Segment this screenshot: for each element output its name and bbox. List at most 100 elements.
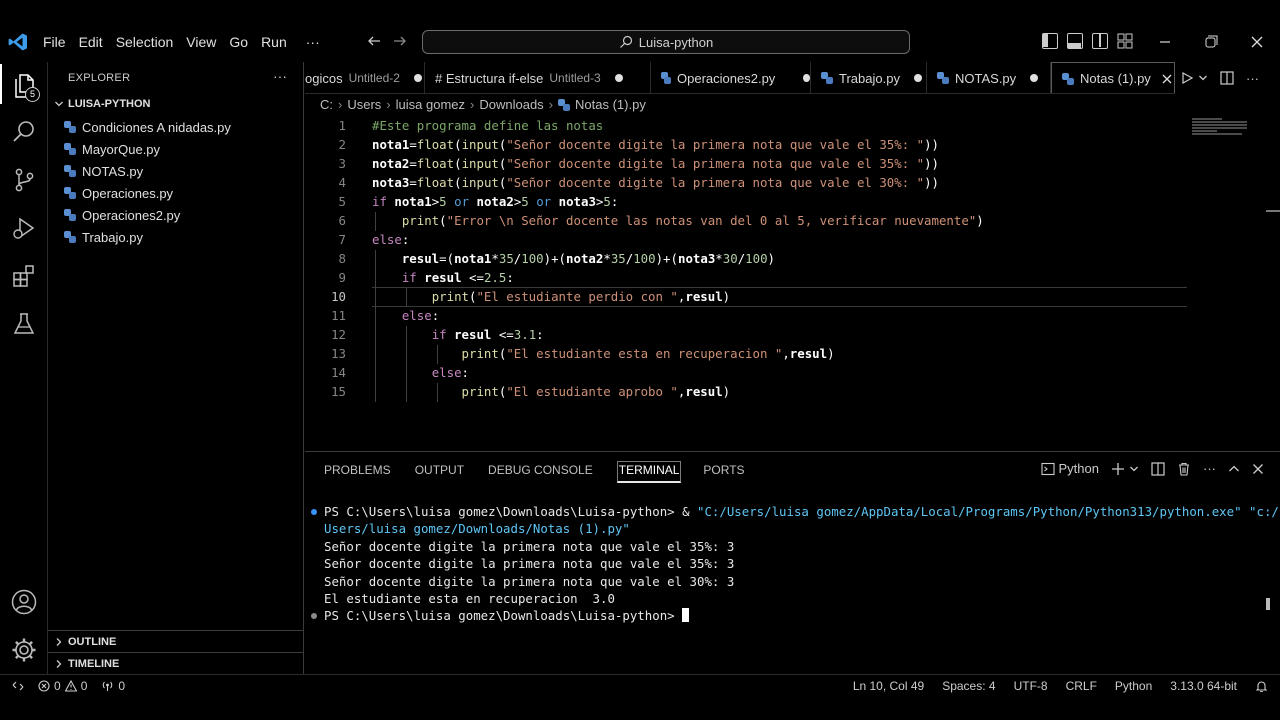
- menu-selection[interactable]: Selection: [115, 34, 182, 50]
- split-terminal-icon[interactable]: [1151, 461, 1165, 476]
- file-item[interactable]: Operaciones.py: [64, 182, 173, 204]
- more-actions-icon[interactable]: ···: [1246, 71, 1259, 86]
- tab-output[interactable]: OUTPUT: [415, 462, 464, 483]
- minimap[interactable]: [1192, 118, 1252, 138]
- breadcrumb-item[interactable]: C:: [320, 97, 333, 112]
- terminal-scrollbar[interactable]: [1266, 598, 1270, 610]
- file-item[interactable]: Condiciones A nidadas.py: [64, 116, 231, 138]
- restore-icon[interactable]: [1188, 30, 1234, 54]
- language-mode[interactable]: Python: [1115, 679, 1152, 693]
- code-line[interactable]: 8 resul=(nota1*35/100)+(nota2*35/100)+(n…: [305, 249, 1205, 268]
- toggle-primary-sidebar-icon[interactable]: [1042, 33, 1058, 49]
- back-arrow-icon[interactable]: [366, 33, 382, 49]
- close-window-icon[interactable]: [1234, 30, 1280, 54]
- menu-file[interactable]: File: [42, 34, 74, 50]
- toggle-secondary-sidebar-icon[interactable]: [1092, 33, 1108, 49]
- search-activity[interactable]: [0, 108, 48, 156]
- testing-activity[interactable]: [0, 300, 48, 348]
- source-control-activity[interactable]: [0, 156, 48, 204]
- activity-bar: 5: [0, 62, 48, 674]
- cursor-position[interactable]: Ln 10, Col 49: [853, 679, 924, 693]
- tab-label: NOTAS.py: [955, 70, 1017, 86]
- code-line[interactable]: 4 nota3=float(input("Señor docente digite…: [305, 173, 1205, 192]
- chevron-down-icon[interactable]: [1198, 73, 1208, 83]
- code-line[interactable]: 11 else:: [305, 306, 1205, 325]
- code-line[interactable]: 9 if resul <=2.5:: [305, 268, 1205, 287]
- tab-untitled-2[interactable]: ogicos Untitled-2: [305, 62, 425, 93]
- code-line[interactable]: 3 nota2=float(input("Señor docente digite…: [305, 154, 1205, 173]
- tab-problems[interactable]: PROBLEMS: [324, 462, 391, 483]
- menu-run[interactable]: Run: [260, 34, 295, 50]
- trash-icon[interactable]: [1177, 462, 1191, 476]
- command-status-dot-icon[interactable]: [311, 613, 317, 620]
- chevron-down-icon[interactable]: [1129, 464, 1139, 474]
- manage-activity[interactable]: [0, 626, 48, 674]
- breadcrumb-item[interactable]: Downloads: [479, 97, 543, 112]
- split-editor-icon[interactable]: [1220, 71, 1234, 85]
- toggle-panel-icon[interactable]: [1067, 33, 1083, 49]
- menu-view[interactable]: View: [185, 34, 224, 50]
- close-tab-icon[interactable]: [1161, 73, 1173, 85]
- code-text: print("Error \n Señor docente las notas …: [401, 213, 984, 228]
- close-panel-icon[interactable]: [1252, 463, 1264, 475]
- code-line[interactable]: 1 #Este programa define las notas: [305, 116, 1205, 135]
- eol-status[interactable]: CRLF: [1066, 679, 1097, 693]
- extensions-activity[interactable]: [0, 252, 48, 300]
- forward-arrow-icon[interactable]: [392, 33, 408, 49]
- remote-icon[interactable]: [12, 680, 24, 692]
- terminal-shell-selector[interactable]: Python: [1040, 461, 1099, 476]
- accounts-activity[interactable]: [0, 578, 48, 626]
- customize-layout-icon[interactable]: [1117, 33, 1133, 49]
- code-editor[interactable]: 1 #Este programa define las notas 2 nota1=f…: [305, 116, 1265, 451]
- code-line[interactable]: 6 print("Error \n Señor docente las nota…: [305, 211, 1205, 230]
- file-item[interactable]: Trabajo.py: [64, 226, 143, 248]
- code-line[interactable]: 15 print("El estudiante aprobo ",resul): [305, 382, 1205, 401]
- code-line[interactable]: 10 print("El estudiante perdio con ",res…: [305, 287, 1205, 306]
- code-line[interactable]: 13 print("El estudiante esta en recupera…: [305, 344, 1205, 363]
- indentation-status[interactable]: Spaces: 4: [942, 679, 995, 693]
- file-item[interactable]: NOTAS.py: [64, 160, 143, 182]
- tab-description: Untitled-3: [549, 71, 601, 85]
- tab-trabajo[interactable]: Trabajo.py: [811, 62, 927, 93]
- new-terminal-icon[interactable]: [1111, 462, 1125, 476]
- run-file-icon[interactable]: [1180, 71, 1194, 85]
- file-item[interactable]: MayorQue.py: [64, 138, 160, 160]
- outline-section[interactable]: OUTLINE: [48, 630, 303, 652]
- python-interpreter[interactable]: 3.13.0 64-bit: [1170, 679, 1237, 693]
- command-center-search[interactable]: Luisa-python: [422, 30, 910, 54]
- menu-edit[interactable]: Edit: [78, 34, 111, 50]
- problems-status[interactable]: 0 0: [38, 679, 87, 693]
- file-item[interactable]: Operaciones2.py: [64, 204, 180, 226]
- minimize-icon[interactable]: [1142, 30, 1188, 54]
- breadcrumb-item[interactable]: luisa gomez: [396, 97, 465, 112]
- tab-debug-console[interactable]: DEBUG CONSOLE: [488, 462, 593, 483]
- ports-status[interactable]: 0: [101, 679, 125, 693]
- encoding-status[interactable]: UTF-8: [1014, 679, 1048, 693]
- python-file-icon: [64, 187, 76, 199]
- tab-terminal[interactable]: TERMINAL: [616, 461, 682, 483]
- code-line[interactable]: 7 else:: [305, 230, 1205, 249]
- code-line[interactable]: 12 if resul <=3.1:: [305, 325, 1205, 344]
- notifications-bell-icon[interactable]: [1255, 680, 1268, 693]
- tab-notas[interactable]: NOTAS.py: [927, 62, 1051, 93]
- panel-more-actions-icon[interactable]: ···: [1203, 461, 1216, 476]
- tab-notas-1[interactable]: Notas (1).py: [1051, 62, 1175, 93]
- explorer-activity[interactable]: 5: [0, 62, 48, 110]
- menu-go[interactable]: Go: [228, 34, 256, 50]
- timeline-section[interactable]: TIMELINE: [48, 652, 303, 674]
- tab-untitled-3[interactable]: # Estructura if-else Untitled-3: [425, 62, 651, 93]
- explorer-more-actions-icon[interactable]: ···: [273, 68, 287, 84]
- code-line[interactable]: 2 nota1=float(input("Señor docente digite…: [305, 135, 1205, 154]
- terminal-output[interactable]: PS C:\Users\luisa gomez\Downloads\Luisa-…: [311, 503, 1279, 625]
- breadcrumb-item[interactable]: Users: [347, 97, 381, 112]
- code-line[interactable]: 5 if nota1>5 or nota2>5 or nota3>5:: [305, 192, 1205, 211]
- tab-ports[interactable]: PORTS: [703, 462, 744, 483]
- maximize-panel-icon[interactable]: [1228, 463, 1240, 475]
- breadcrumb-item[interactable]: Notas (1).py: [575, 97, 646, 112]
- code-line[interactable]: 14 else:: [305, 363, 1205, 382]
- run-debug-activity[interactable]: [0, 204, 48, 252]
- command-status-dot-icon[interactable]: [311, 509, 317, 515]
- menu-more[interactable]: ···: [305, 34, 328, 50]
- workspace-folder[interactable]: LUISA-PYTHON: [54, 98, 151, 110]
- tab-operaciones2[interactable]: Operaciones2.py: [651, 62, 811, 93]
